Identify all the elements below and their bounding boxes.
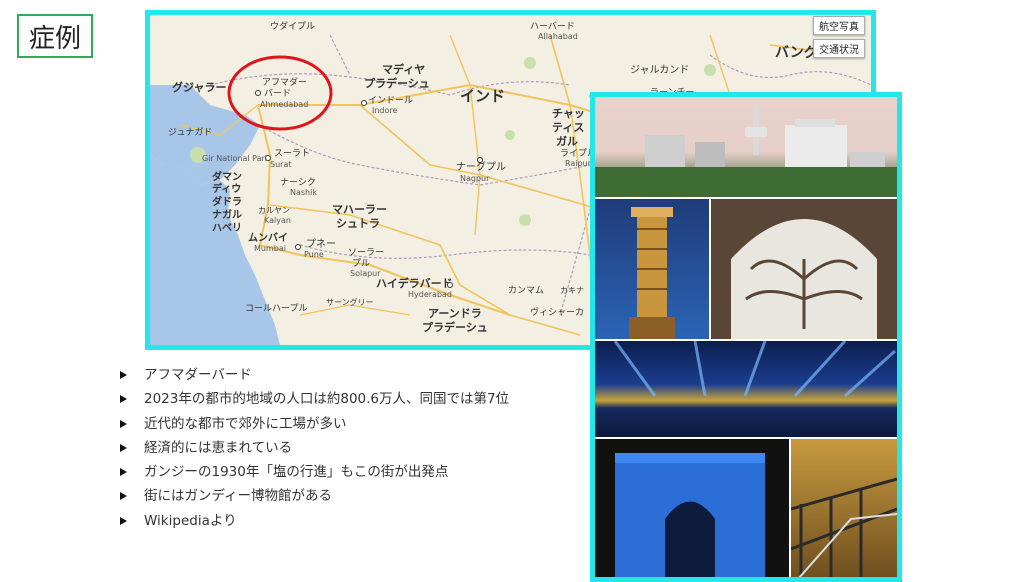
map-label-madhya2: プラデーシュ (364, 76, 430, 90)
map-label-hyderabad-jp: ハイデラバード (376, 276, 453, 290)
photo-skyline (595, 97, 897, 197)
map-label-chhattisgarh1: チャッ (552, 107, 585, 120)
map-label-daman2: ディウ (212, 182, 241, 195)
map-label-allahabad: Allahabad (538, 32, 578, 41)
map-marker-hyderabad (447, 282, 453, 288)
map-label-bangla: バング (775, 44, 818, 61)
bullet-list: アフマダーバード 2023年の都市的地域の人口は約800.6万人、同国では第7位… (118, 363, 509, 533)
map-label-kolhapur: コールハープル (245, 303, 307, 314)
map-label-ahmedabad-en: Ahmedabad (260, 100, 308, 109)
map-label-ahmedabad-jp2: バード (264, 88, 291, 99)
traffic-button[interactable]: 交通状況 (813, 39, 865, 58)
photo-lattice-window (711, 199, 897, 339)
bullet-item: 近代的な都市で郊外に工場が多い (118, 412, 509, 436)
map-label-solapur-jp2: プル (352, 258, 370, 269)
map-label-sangli: サーングリー (326, 297, 374, 307)
photo-bridge (791, 439, 897, 577)
map-label-dadra3: ハベリ (212, 222, 242, 234)
map-label-mumbai-jp: ムンバイ (248, 232, 288, 244)
map-label-solapur-jp: ソーラー (348, 247, 384, 258)
map-label-madhya1: マディヤ (382, 62, 425, 76)
map-marker-surat (265, 155, 271, 161)
map-label-raipur-en: Raipur (565, 159, 592, 168)
photo-riverfront (595, 341, 897, 437)
bullet-item: 2023年の都市的地域の人口は約800.6万人、同国では第7位 (118, 387, 509, 411)
satellite-button[interactable]: 航空写真 (813, 16, 865, 35)
slide-title-text: 症例 (28, 23, 81, 54)
map-label-kammam: カンマム (508, 285, 544, 296)
map-label-gujarat: グジャラー (172, 80, 226, 94)
map-label-surat-jp: スーラト (274, 148, 310, 159)
map-label-kalyan-en: Kalyan (264, 216, 291, 225)
map-label-andhra1: アーンドラ (428, 307, 482, 320)
map-label-udaipur: ウダイプル (270, 20, 315, 32)
bullet-item: 経済的には恵まれている (118, 436, 509, 460)
map-marker-pune (295, 244, 301, 250)
map-label-hyderabad-en: Hyderabad (408, 290, 452, 299)
map-label-visakha: ヴィシャーカ (530, 306, 584, 318)
map-label-pune-jp: プネー (306, 238, 336, 250)
map-label-ahmedabad-jp: アフマダー (262, 76, 307, 88)
bullet-item: アフマダーバード (118, 363, 509, 387)
map-label-gir: Gir National Park (202, 154, 270, 163)
map-label-nashik-en: Nashik (290, 188, 317, 197)
map-label-nagpur-en: Nagpur (460, 174, 490, 183)
map-label-daman1: ダマン (212, 170, 242, 183)
map-marker-nagpur (477, 157, 483, 163)
bullet-item: 街にはガンディー博物館がある (118, 484, 509, 508)
map-label-maharashtra2: シュトラ (336, 217, 380, 230)
map-label-junagadh: ジュナガド (168, 127, 212, 138)
map-marker-ahmedabad (255, 90, 261, 96)
map-label-dadra1: ダドラ (212, 195, 242, 208)
map-label-pune-en: Pune (304, 250, 324, 259)
map-label-chhattisgarh2: ティス (552, 121, 584, 134)
map-label-kakinada: カキナ (560, 286, 584, 295)
bullet-item: Wikipediaより (118, 509, 509, 533)
photo-tower (595, 199, 709, 339)
bullet-item: ガンジーの1930年「塩の行進」もこの街が出発点 (118, 460, 509, 484)
map-label-indore-en: Indore (372, 106, 398, 115)
map-label-chhattisgarh3: ガル (556, 134, 578, 148)
map-label-dadra2: ナガル (212, 208, 242, 221)
map-label-surat-en: Surat (270, 160, 291, 169)
map-label-harbard: ハーバード (530, 21, 575, 32)
map-label-mumbai-en: Mumbai (254, 244, 286, 253)
photo-gate (595, 439, 789, 577)
photo-collage (590, 92, 902, 582)
map-label-india: インド (460, 87, 505, 105)
map-label-maharashtra1: マハーラー (332, 203, 387, 216)
map-label-nashik-jp: ナーシク (280, 177, 316, 188)
map-label-kalyan-jp: カルヤン (258, 206, 290, 215)
map-label-jharkhand: ジャルカンド (630, 64, 689, 76)
slide-title: 症例 (17, 14, 93, 58)
map-label-indore-jp: インドール (368, 96, 413, 106)
map-label-andhra2: プラデーシュ (422, 320, 488, 334)
map-marker-indore (361, 100, 367, 106)
